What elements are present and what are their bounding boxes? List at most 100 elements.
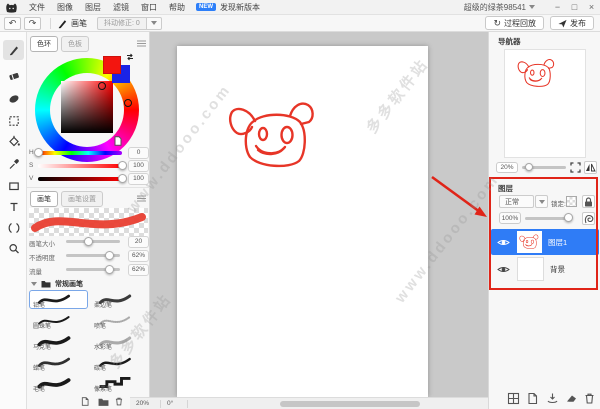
rotate-icon bbox=[8, 223, 19, 233]
annotation-rectangle bbox=[489, 177, 598, 290]
navigator-zoom-value[interactable]: 20% bbox=[496, 162, 518, 173]
brush-size-label: 画笔大小 bbox=[29, 241, 55, 248]
tab-brush-settings[interactable]: 画笔设置 bbox=[61, 191, 103, 207]
menu-image[interactable]: 图像 bbox=[51, 2, 79, 13]
brush-panel-menu-icon[interactable] bbox=[137, 195, 146, 202]
flow-knob[interactable] bbox=[105, 265, 114, 274]
tool-smudge[interactable] bbox=[3, 89, 24, 109]
brush-item-crayon[interactable]: 蜡笔 bbox=[29, 353, 88, 372]
tool-eyedropper[interactable] bbox=[3, 154, 24, 174]
flow-value: 62% bbox=[128, 264, 149, 276]
opacity-knob[interactable] bbox=[105, 251, 114, 260]
close-button[interactable]: × bbox=[583, 2, 600, 12]
tool-shape[interactable] bbox=[3, 176, 24, 196]
saturation-knob[interactable] bbox=[118, 161, 127, 170]
maximize-button[interactable]: □ bbox=[566, 2, 583, 12]
color-panel-menu-icon[interactable] bbox=[137, 40, 146, 47]
hue-slider[interactable] bbox=[38, 151, 122, 155]
saturation-slider[interactable] bbox=[38, 164, 122, 168]
brush-item-airbrush[interactable]: 喷笔 bbox=[90, 311, 149, 330]
update-link[interactable]: 发现新版本 bbox=[220, 2, 260, 13]
hue-label: H bbox=[29, 149, 34, 156]
tab-brush[interactable]: 画笔 bbox=[30, 191, 58, 207]
tab-swatches[interactable]: 色板 bbox=[61, 36, 89, 52]
folder-icon bbox=[41, 281, 51, 288]
minimize-button[interactable]: − bbox=[549, 2, 566, 12]
duplicate-layer-icon[interactable] bbox=[526, 392, 539, 405]
publish-label: 发布 bbox=[570, 18, 586, 28]
flow-label: 流量 bbox=[29, 269, 42, 276]
navigator-title: 导航器 bbox=[498, 37, 521, 46]
flip-canvas-button[interactable] bbox=[584, 161, 597, 174]
brush-list: 铅笔 柔边笔 圆珠笔 喷笔 马克笔 水彩笔 蜡笔 碳笔 毛笔 像素笔 bbox=[29, 290, 149, 394]
horizontal-scrollbar[interactable] bbox=[280, 401, 420, 407]
canvas-rotation-value[interactable]: 0° bbox=[167, 400, 181, 407]
tool-select[interactable] bbox=[3, 111, 24, 131]
foreground-color-swatch[interactable] bbox=[103, 56, 121, 74]
sv-square[interactable] bbox=[61, 81, 113, 133]
menu-help[interactable]: 帮助 bbox=[163, 2, 191, 13]
sv-marker[interactable] bbox=[98, 82, 106, 90]
menu-filter[interactable]: 滤镜 bbox=[107, 2, 135, 13]
brush-size-knob[interactable] bbox=[84, 237, 93, 246]
tool-fill[interactable] bbox=[3, 131, 24, 151]
value-knob[interactable] bbox=[118, 174, 127, 183]
stabilizer-chevron[interactable] bbox=[146, 16, 162, 30]
hue-marker[interactable] bbox=[124, 99, 132, 107]
tool-zoom[interactable] bbox=[3, 239, 24, 259]
brush-item-marker[interactable]: 马克笔 bbox=[29, 332, 88, 351]
hue-knob[interactable] bbox=[34, 148, 43, 157]
title-bar: 文件 图像 图层 滤镜 窗口 帮助 NEW 发现新版本 超级的绿茶98541 −… bbox=[0, 0, 600, 15]
canvas-page[interactable] bbox=[177, 46, 428, 397]
brush-folder-icon[interactable] bbox=[98, 397, 109, 407]
brush-item-ballpoint[interactable]: 圆珠笔 bbox=[29, 311, 88, 330]
brush-mode-label: 画笔 bbox=[71, 18, 87, 28]
brush-item-pixel[interactable]: 像素笔 bbox=[90, 374, 149, 393]
brush-size-value: 20 bbox=[128, 236, 149, 248]
brush-item-pencil[interactable]: 铅笔 bbox=[29, 290, 88, 309]
stabilizer-dropdown[interactable]: 抖动修正: 0 bbox=[97, 16, 147, 30]
publish-button[interactable]: 发布 bbox=[550, 16, 594, 30]
replay-button[interactable]: ↻ 过程回放 bbox=[485, 16, 544, 30]
brush-preview bbox=[29, 208, 148, 236]
tool-brush[interactable] bbox=[3, 40, 24, 60]
brush-group-header[interactable]: 常规画笔 bbox=[31, 279, 83, 289]
brush-item-hairbrush[interactable]: 毛笔 bbox=[29, 374, 88, 393]
navigator-zoom-knob[interactable] bbox=[525, 163, 533, 171]
value-slider[interactable] bbox=[38, 177, 122, 181]
canvas-zoom-value[interactable]: 20% bbox=[136, 400, 154, 407]
new-brush-icon[interactable] bbox=[80, 396, 90, 407]
tab-color-wheel[interactable]: 色环 bbox=[30, 36, 58, 52]
fit-view-icon[interactable] bbox=[570, 162, 581, 173]
menu-layer[interactable]: 图层 bbox=[79, 2, 107, 13]
value-value: 100 bbox=[128, 173, 149, 185]
tool-text[interactable] bbox=[3, 197, 24, 217]
navigator-thumbnail[interactable] bbox=[504, 49, 586, 158]
account-menu[interactable]: 超级的绿茶98541 bbox=[464, 2, 535, 13]
canvas-drawing bbox=[228, 102, 314, 168]
swap-colors-icon[interactable] bbox=[126, 53, 134, 61]
brush-group-label: 常规画笔 bbox=[55, 281, 83, 288]
undo-button[interactable]: ↶ bbox=[4, 16, 21, 30]
menu-file[interactable]: 文件 bbox=[23, 2, 51, 13]
canvas-status-bar: 20% 0° bbox=[130, 397, 488, 409]
menu-window[interactable]: 窗口 bbox=[135, 2, 163, 13]
brush-item-charcoal[interactable]: 碳笔 bbox=[90, 353, 149, 372]
add-layer-icon[interactable] bbox=[507, 392, 520, 405]
brush-stroke-preview bbox=[31, 213, 146, 232]
redo-button[interactable]: ↷ bbox=[24, 16, 41, 30]
replay-icon: ↻ bbox=[493, 17, 501, 28]
brush-item-softedge[interactable]: 柔边笔 bbox=[90, 290, 149, 309]
tool-rotate-canvas[interactable] bbox=[3, 218, 24, 238]
brush-size-slider[interactable] bbox=[66, 240, 120, 243]
tool-eraser[interactable] bbox=[3, 66, 24, 86]
brush-item-watercolor[interactable]: 水彩笔 bbox=[90, 332, 149, 351]
merge-down-icon[interactable] bbox=[546, 392, 559, 405]
delete-brush-icon[interactable] bbox=[114, 396, 124, 407]
copy-color-icon[interactable] bbox=[114, 136, 122, 146]
delete-layer-icon[interactable] bbox=[583, 392, 596, 405]
opacity-label: 不透明度 bbox=[29, 255, 55, 262]
brush-tabs: 画笔 画笔设置 bbox=[30, 191, 106, 207]
clear-layer-icon[interactable] bbox=[565, 392, 578, 405]
toolbar: ↶ ↷ 画笔 抖动修正: 0 ↻ 过程回放 发布 bbox=[0, 15, 600, 32]
